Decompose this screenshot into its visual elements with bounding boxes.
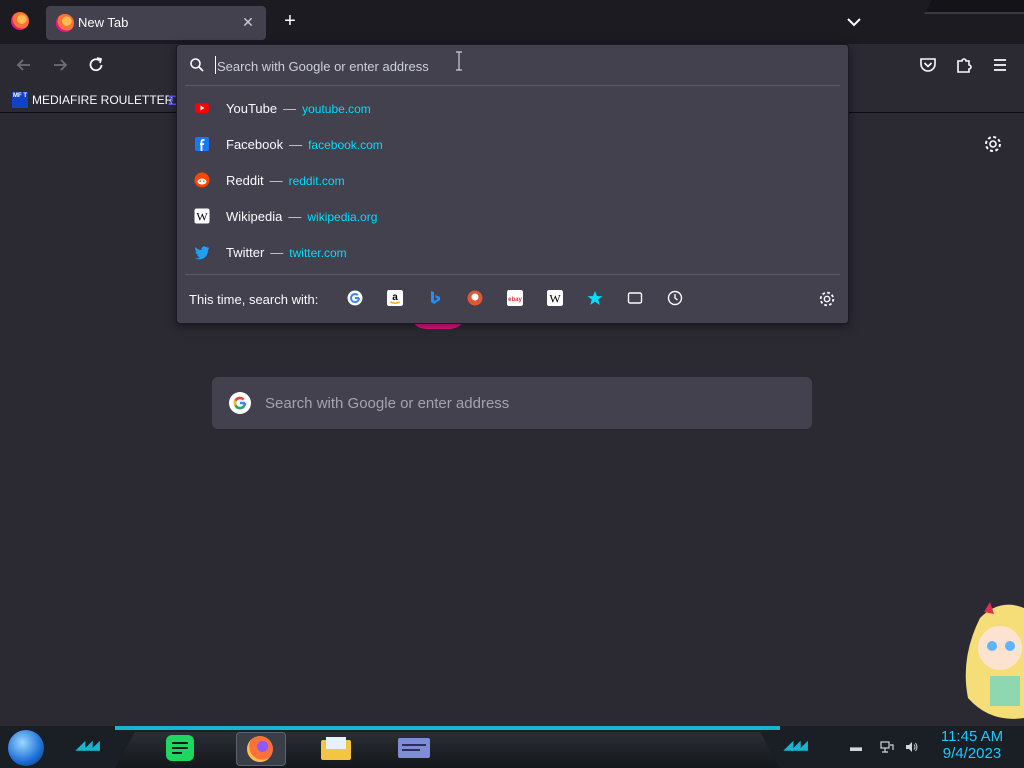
search-icon — [190, 58, 204, 72]
taskbar: ◢◢◢ ◢◢◢ ▬ 11:45 AM 9/4/2023 — [0, 726, 1024, 768]
suggestion-twitter[interactable]: Twitter — twitter.com — [185, 234, 840, 270]
suggestion-separator: — — [269, 173, 283, 188]
tabs-icon[interactable] — [627, 290, 643, 306]
text-cursor-icon — [456, 51, 462, 71]
volume-icon[interactable] — [905, 740, 919, 754]
network-icon[interactable] — [880, 740, 894, 754]
spotify-icon[interactable] — [162, 732, 198, 764]
suggestion-title: Facebook — [226, 137, 284, 152]
google-icon — [229, 392, 251, 414]
decor-chevrons-icon: ◢◢◢ — [784, 738, 808, 752]
window-decoration — [924, 0, 1024, 14]
suggestion-url: twitter.com — [289, 246, 347, 260]
divider — [185, 85, 840, 86]
tab-new-tab[interactable]: New Tab ✕ — [46, 6, 266, 40]
start-button[interactable] — [8, 730, 44, 766]
forward-icon[interactable] — [49, 54, 71, 76]
urlbar-input-row — [177, 45, 848, 85]
tray-overflow-icon[interactable]: ▬ — [850, 740, 864, 754]
extensions-icon[interactable] — [953, 54, 975, 76]
bookmark-label: MEDIAFIRE ROULETTER — [32, 93, 174, 107]
amazon-icon[interactable]: a — [387, 290, 403, 306]
bing-icon[interactable] — [427, 290, 443, 306]
back-icon[interactable] — [13, 54, 35, 76]
system-clock[interactable]: 11:45 AM 9/4/2023 — [930, 728, 1014, 762]
suggestion-title: YouTube — [226, 101, 278, 116]
suggestion-url: youtube.com — [302, 102, 371, 116]
taskbar-accent-strip — [115, 726, 780, 730]
bookmarks-star-icon[interactable] — [587, 290, 603, 306]
suggestion-reddit[interactable]: Reddit — reddit.com — [185, 162, 840, 198]
suggestion-title: Reddit — [226, 173, 264, 188]
chevron-down-icon[interactable] — [844, 12, 864, 32]
suggestion-title: Wikipedia — [226, 209, 283, 224]
suggestion-url: facebook.com — [308, 138, 383, 152]
svg-text:W: W — [196, 210, 208, 224]
bookmark-mediafire-rouletter[interactable]: MF T MEDIAFIRE ROULETTER — [12, 91, 173, 109]
suggestion-separator: — — [288, 209, 302, 224]
history-icon[interactable] — [667, 290, 683, 306]
wikipedia-icon: W — [194, 208, 210, 224]
tab-strip: New Tab ✕ + — [0, 0, 1024, 44]
reload-icon[interactable] — [85, 54, 107, 76]
urlbar-input[interactable] — [215, 54, 819, 78]
firefox-icon — [56, 14, 74, 32]
youtube-icon — [195, 103, 209, 113]
suggestion-facebook[interactable]: Facebook — facebook.com — [185, 126, 840, 162]
duckduckgo-icon[interactable] — [467, 290, 483, 306]
suggestion-separator: — — [270, 245, 284, 260]
menu-icon[interactable] — [989, 54, 1011, 76]
mediafire-icon: MF T — [12, 92, 28, 108]
newtab-search-box[interactable]: Search with Google or enter address — [212, 377, 812, 429]
wikipedia-icon[interactable]: W — [547, 290, 563, 306]
suggestion-separator: — — [283, 101, 297, 116]
clock-date: 9/4/2023 — [942, 745, 1002, 762]
search-settings-gear-icon[interactable] — [818, 290, 836, 308]
suggestion-url: reddit.com — [288, 174, 345, 188]
clock-time: 11:45 AM — [940, 728, 1004, 745]
svg-text:a: a — [392, 292, 398, 303]
pocket-icon[interactable] — [917, 54, 939, 76]
firefox-icon[interactable] — [236, 732, 286, 766]
suggestion-youtube[interactable]: YouTube — youtube.com — [185, 90, 840, 126]
app-window-icon[interactable] — [390, 732, 438, 764]
one-off-search-label: This time, search with: — [189, 292, 319, 307]
text-caret — [215, 56, 216, 74]
facebook-icon — [195, 137, 209, 151]
gear-icon[interactable] — [983, 134, 1003, 154]
suggestion-title: Twitter — [226, 245, 265, 260]
decor-chevrons-icon: ◢◢◢ — [76, 738, 100, 752]
urlbar-dropdown: YouTube — youtube.com Facebook — facebook.co… — [176, 44, 849, 324]
svg-text:W: W — [549, 292, 561, 306]
newtab-search-placeholder: Search with Google or enter address — [265, 395, 510, 412]
divider — [185, 274, 840, 275]
suggestion-url: wikipedia.org — [307, 210, 378, 224]
google-icon[interactable] — [347, 290, 363, 306]
ebay-icon[interactable]: ebay — [507, 290, 523, 306]
svg-text:ebay: ebay — [508, 297, 522, 303]
new-tab-button[interactable]: + — [280, 11, 300, 31]
close-tab-icon[interactable]: ✕ — [238, 12, 258, 32]
reddit-icon — [194, 172, 210, 188]
suggestion-separator: — — [289, 137, 303, 152]
firefox-view-icon[interactable] — [11, 12, 29, 30]
twitter-icon — [195, 246, 209, 260]
file-explorer-icon[interactable] — [318, 732, 354, 764]
tab-title: New Tab — [78, 15, 129, 30]
desktop-character-widget — [965, 602, 1024, 719]
suggestion-wikipedia[interactable]: W Wikipedia — wikipedia.org — [185, 198, 840, 234]
taskbar-plate — [115, 732, 780, 768]
